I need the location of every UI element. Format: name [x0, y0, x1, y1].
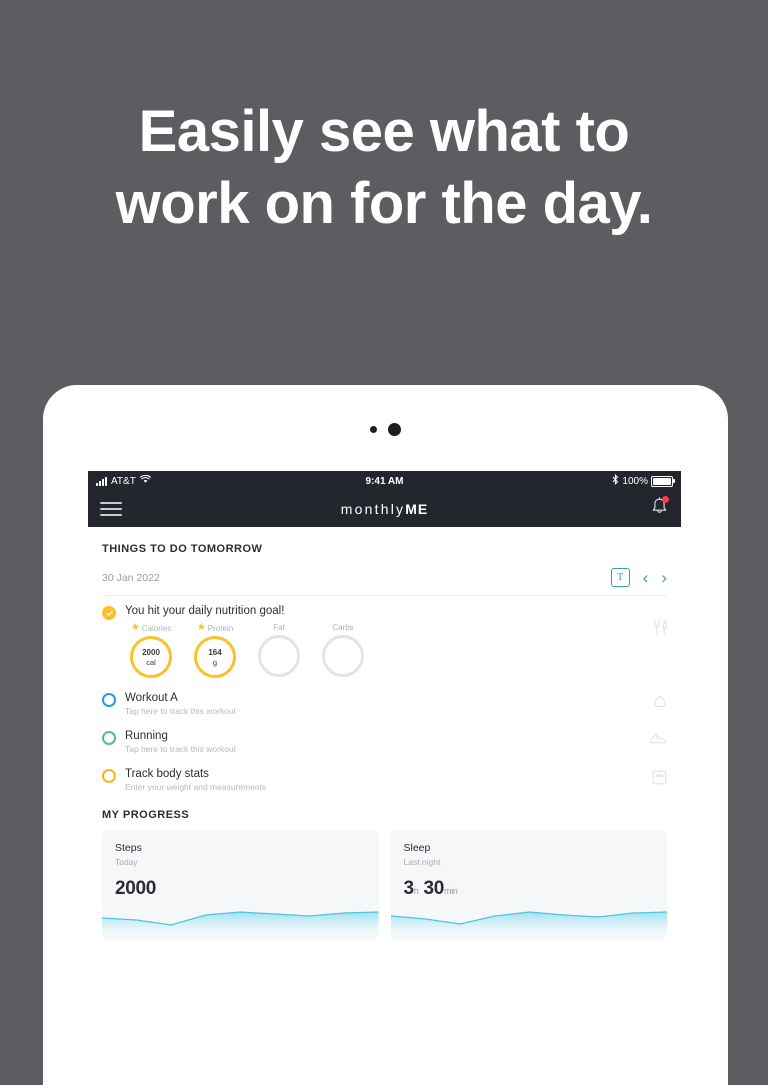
nutrition-rings: ★ Calories 2000 cal ★ Protein 164 g Fat … [125, 623, 643, 678]
task-subtitle: Enter your weight and measurements [125, 782, 267, 792]
screen-content: THINGS TO DO TOMORROW 30 Jan 2022 T ‹ › [88, 527, 681, 940]
task-checkbox-icon[interactable] [102, 731, 116, 745]
scale-icon [643, 770, 667, 790]
progress-card-sleep[interactable]: Sleep Last night 3h 30min [390, 830, 667, 940]
task-subtitle: Tap here to track this workout [125, 706, 237, 716]
brand-bold-text: ME [405, 501, 429, 517]
cutlery-icon [643, 619, 667, 641]
ring-value: 2000 [142, 647, 160, 657]
nutrition-ring-calories[interactable]: ★ Calories 2000 cal [127, 623, 175, 678]
star-icon: ★ [130, 622, 140, 633]
notification-badge-dot [662, 496, 669, 503]
task-title: Track body stats [125, 768, 209, 780]
ring-gauge: 164 g [194, 636, 236, 678]
today-button[interactable]: T [610, 568, 630, 587]
chevron-left-icon[interactable]: ‹ [643, 569, 649, 586]
card-value-main: 2000 [115, 878, 157, 899]
notification-bell-button[interactable] [650, 496, 669, 522]
ring-gauge [258, 635, 300, 677]
current-date-label: 30 Jan 2022 [102, 571, 160, 584]
card-value-minutes: 30 [423, 878, 445, 899]
date-nav-controls: T ‹ › [610, 568, 667, 587]
headline-line-2: work on for the day. [115, 171, 653, 236]
tablet-device-frame: AT&T 9:41 AM 100% monthlyME THINGS TO DO… [43, 385, 728, 1085]
ring-label: Calories [141, 623, 172, 633]
ring-label-row: ★ Protein [191, 623, 239, 633]
task-title: Workout A [125, 692, 178, 704]
task-checkbox-icon[interactable] [102, 769, 116, 783]
page-title: THINGS TO DO TOMORROW [102, 543, 263, 555]
task-body: Running Tap here to track this workout [125, 730, 643, 754]
ring-value: 164 [208, 647, 222, 657]
ring-label-row: Carbs [319, 623, 367, 632]
brand-light-text: monthly [340, 501, 406, 517]
battery-percent-label: 100% [622, 475, 648, 487]
card-subtitle: Last night [403, 857, 441, 867]
status-bar-right: 100% [612, 474, 675, 488]
nutrition-goal-row[interactable]: You hit your daily nutrition goal! ★ Cal… [102, 596, 667, 678]
task-row-body-stats[interactable]: Track body stats Enter your weight and m… [102, 754, 667, 792]
marketing-headline: Easily see what to work on for the day. [0, 96, 768, 240]
card-value-hours-unit: h [413, 886, 419, 896]
camera-dot-icon [388, 423, 401, 436]
ios-status-bar: AT&T 9:41 AM 100% [88, 471, 681, 491]
nutrition-goal-title: You hit your daily nutrition goal! [125, 605, 285, 617]
sensor-dot-icon [370, 426, 377, 433]
nutrition-ring-protein[interactable]: ★ Protein 164 g [191, 623, 239, 678]
nutrition-ring-fat[interactable]: Fat [255, 623, 303, 678]
app-nav-bar: monthlyME [88, 491, 681, 527]
battery-full-icon [651, 475, 675, 487]
nutrition-ring-carbs[interactable]: Carbs [319, 623, 367, 678]
check-circle-filled-icon[interactable] [102, 606, 116, 620]
task-title: Running [125, 730, 168, 742]
bluetooth-icon [612, 474, 619, 488]
running-shoe-icon [643, 732, 667, 750]
headline-line-1: Easily see what to [138, 99, 630, 164]
task-row-running[interactable]: Running Tap here to track this workout [102, 716, 667, 754]
card-value: 3h 30min [404, 878, 655, 900]
kettlebell-icon [643, 694, 667, 715]
nutrition-goal-body: You hit your daily nutrition goal! ★ Cal… [125, 605, 643, 678]
task-body: Workout A Tap here to track this workout [125, 692, 643, 716]
card-title: Steps [115, 842, 142, 854]
chevron-right-icon[interactable]: › [661, 569, 667, 586]
task-subtitle: Tap here to track this workout [125, 744, 237, 754]
ring-label: Protein [207, 623, 234, 633]
ring-label: Carbs [332, 623, 354, 632]
card-value: 2000 [115, 878, 366, 900]
task-body: Track body stats Enter your weight and m… [125, 768, 643, 792]
progress-card-steps[interactable]: Steps Today 2000 [102, 830, 379, 940]
ring-unit: g [212, 657, 218, 667]
ring-label: Fat [273, 623, 285, 632]
steps-sparkline-chart [102, 911, 379, 940]
sleep-sparkline-chart [390, 911, 667, 940]
card-subtitle: Today [115, 857, 138, 867]
ring-gauge [322, 635, 364, 677]
device-sensor-row [43, 423, 728, 436]
progress-section-title: MY PROGRESS [102, 809, 190, 821]
ring-label-row: ★ Calories [127, 623, 175, 633]
ring-label-row: Fat [255, 623, 303, 632]
status-bar-clock: 9:41 AM [365, 475, 404, 487]
device-screen: AT&T 9:41 AM 100% monthlyME THINGS TO DO… [88, 471, 681, 1085]
card-value-hours: 3 [403, 878, 415, 899]
star-icon: ★ [196, 622, 206, 633]
card-title: Sleep [403, 842, 431, 854]
date-nav-row: 30 Jan 2022 T ‹ › [102, 555, 667, 595]
progress-cards: Steps Today 2000 Sleep Last night 3h 30m… [102, 830, 667, 940]
ring-gauge: 2000 cal [130, 636, 172, 678]
task-checkbox-icon[interactable] [102, 693, 116, 707]
task-row-workout-a[interactable]: Workout A Tap here to track this workout [102, 678, 667, 716]
hamburger-menu-icon[interactable] [100, 498, 122, 520]
card-value-minutes-unit: min [444, 886, 458, 896]
ring-unit: cal [146, 657, 156, 667]
app-brand-logo: monthlyME [88, 501, 681, 517]
